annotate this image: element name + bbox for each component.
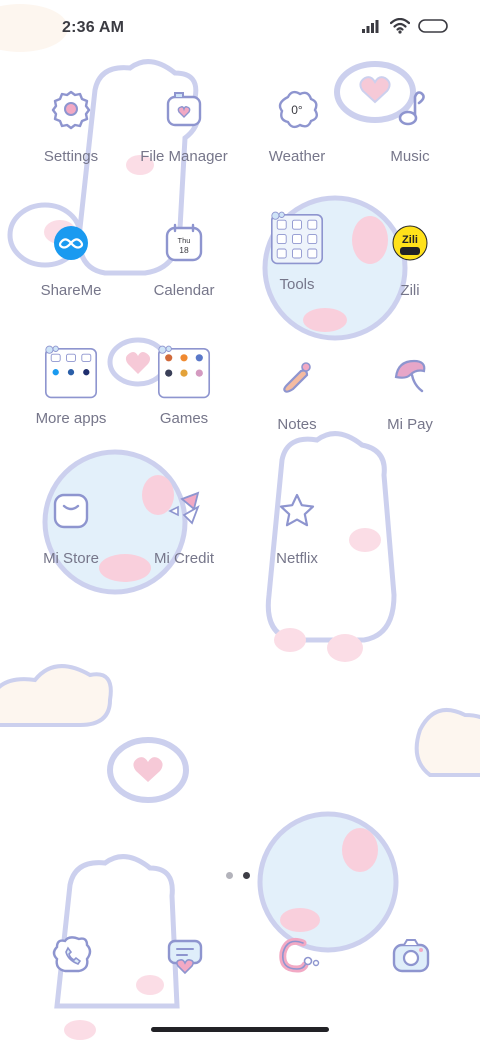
app-settings[interactable]: Settings — [15, 82, 127, 192]
star-icon — [270, 484, 324, 538]
heart-decoration — [107, 737, 189, 803]
camera-icon — [392, 939, 430, 973]
dock-browser[interactable] — [268, 926, 328, 986]
notes-icon — [270, 350, 324, 404]
page-dot-current[interactable] — [243, 872, 250, 879]
folder-tools-icon — [270, 210, 324, 270]
app-label: Notes — [277, 416, 317, 433]
app-label: More apps — [35, 410, 107, 427]
browser-icon — [279, 937, 320, 973]
app-notes[interactable]: Notes — [241, 350, 353, 460]
home-indicator[interactable] — [151, 1027, 329, 1032]
app-mi-credit[interactable]: Mi Credit — [128, 484, 240, 594]
calendar-icon: Thu 18 — [157, 216, 211, 270]
zili-icon: Zili — [383, 216, 437, 270]
app-folder-games[interactable]: Games — [128, 344, 240, 454]
page-dot[interactable] — [226, 872, 233, 879]
cloud-decoration — [0, 664, 480, 777]
weather-icon: 0° — [270, 82, 324, 136]
music-note-icon — [383, 82, 437, 136]
phone-icon — [52, 936, 92, 973]
calendar-day: Thu — [178, 236, 191, 245]
app-label: Mi Credit — [153, 550, 214, 567]
folder-games-icon — [157, 344, 211, 404]
app-calendar[interactable]: Thu 18 Calendar — [128, 216, 240, 326]
status-time: 2:36 AM — [62, 19, 125, 36]
app-zili[interactable]: Zili Zili — [354, 216, 466, 326]
signal-icon — [362, 20, 379, 33]
mi-credit-icon — [157, 484, 211, 538]
app-folder-more-apps[interactable]: More apps — [15, 344, 127, 454]
status-icons — [362, 18, 450, 34]
zili-logo-text: Zili — [402, 234, 418, 246]
app-label: File Manager — [140, 148, 228, 165]
app-weather[interactable]: 0° Weather — [241, 82, 353, 192]
app-label: Mi Pay — [387, 416, 433, 433]
app-netflix[interactable]: Netflix — [241, 484, 353, 594]
app-label: ShareMe — [40, 282, 102, 299]
folder-icon — [157, 82, 211, 136]
mi-pay-icon — [383, 350, 437, 404]
weather-temp: 0° — [291, 103, 303, 117]
dock-camera[interactable] — [381, 926, 441, 986]
app-label: Tools — [279, 276, 315, 293]
wifi-icon — [390, 18, 410, 34]
app-label: Calendar — [153, 282, 215, 299]
app-label: Music — [390, 148, 430, 165]
app-mi-pay[interactable]: Mi Pay — [354, 350, 466, 460]
messages-icon — [167, 939, 203, 975]
dock-messages[interactable] — [155, 926, 215, 986]
app-mi-store[interactable]: Mi Store — [15, 484, 127, 594]
calendar-date: 18 — [179, 245, 189, 255]
app-shareme[interactable]: ShareMe — [15, 216, 127, 326]
dock-phone[interactable] — [42, 926, 102, 986]
app-label: Mi Store — [43, 550, 99, 567]
app-file-manager[interactable]: File Manager — [128, 82, 240, 192]
gear-icon — [44, 82, 98, 136]
app-label: Games — [159, 410, 209, 427]
status-bar: 2:36 AM — [0, 0, 480, 56]
app-label: Settings — [43, 148, 99, 165]
mi-store-icon — [44, 484, 98, 538]
app-label: Zili — [400, 282, 420, 299]
app-folder-tools[interactable]: Tools — [241, 210, 353, 320]
app-label: Weather — [268, 148, 326, 165]
page-indicator — [226, 872, 250, 879]
folder-more-apps-icon — [44, 344, 98, 404]
app-label: Netflix — [276, 550, 318, 567]
battery-icon — [418, 19, 448, 33]
app-music[interactable]: Music — [354, 82, 466, 192]
shareme-icon — [44, 216, 98, 270]
